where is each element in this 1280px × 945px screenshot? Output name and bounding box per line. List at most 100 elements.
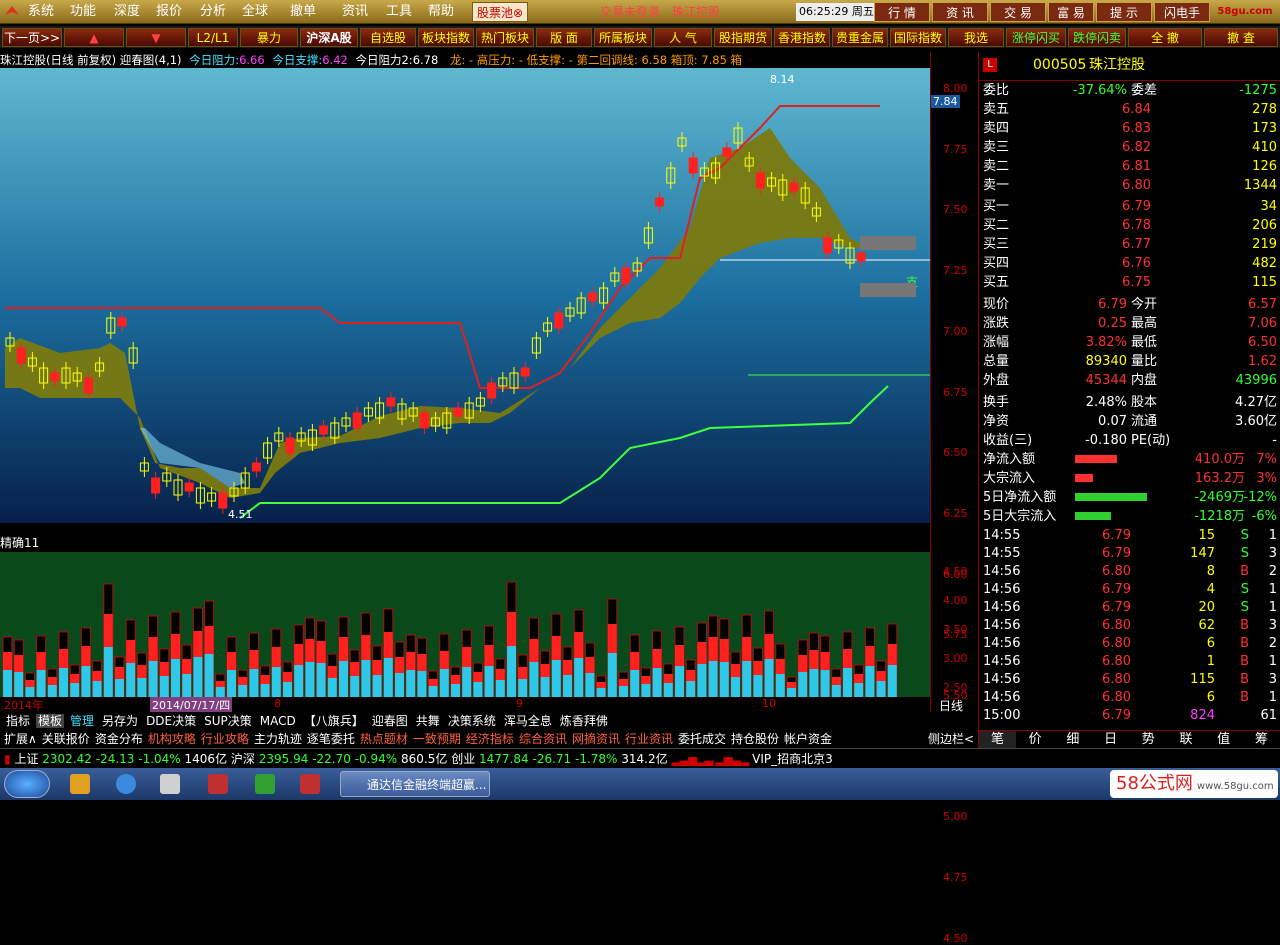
indicator-tab[interactable]: MACD bbox=[258, 714, 298, 728]
explorer-icon[interactable] bbox=[70, 774, 90, 794]
indicator-tab[interactable]: 模板 bbox=[36, 714, 65, 728]
app-icon-3[interactable] bbox=[255, 774, 275, 794]
related-sector-button[interactable]: 所属板块 bbox=[594, 28, 652, 47]
quote-tab[interactable]: 联 bbox=[1168, 731, 1205, 749]
menu-help[interactable]: 帮助 bbox=[428, 3, 454, 21]
indicator-tab[interactable]: 决策系统 bbox=[446, 714, 498, 728]
extension-tab[interactable]: 网摘资讯 bbox=[571, 732, 621, 746]
quote-tab[interactable]: 筹 bbox=[1243, 731, 1280, 749]
menu-system[interactable]: 系统 bbox=[28, 3, 54, 21]
extension-tab[interactable]: 资金分布 bbox=[94, 732, 144, 746]
alert-button[interactable]: 提 示 bbox=[1096, 2, 1152, 22]
app-icon-4[interactable] bbox=[300, 774, 320, 794]
start-button[interactable] bbox=[4, 770, 50, 798]
ie-icon[interactable] bbox=[116, 774, 136, 794]
extension-tab[interactable]: 主力轨迹 bbox=[253, 732, 303, 746]
my-pick-button[interactable]: 我选 bbox=[948, 28, 1004, 47]
down-button[interactable]: ▼ bbox=[126, 28, 186, 47]
extension-tab[interactable]: 一致预期 bbox=[412, 732, 462, 746]
quote-tab[interactable]: 日 bbox=[1092, 731, 1129, 749]
indicator-tab[interactable]: 【八旗兵】 bbox=[302, 714, 366, 728]
stock-pool-tab[interactable]: 股票池⊗ bbox=[472, 2, 528, 22]
menu-cancel-order[interactable]: 撤单 bbox=[290, 3, 316, 21]
extension-tab[interactable]: 关联报价 bbox=[41, 732, 91, 746]
volume-chart[interactable] bbox=[0, 552, 930, 698]
quote-tab[interactable]: 值 bbox=[1205, 731, 1242, 749]
app-logo-icon[interactable] bbox=[2, 3, 22, 21]
extension-tab[interactable]: 机构攻略 bbox=[147, 732, 197, 746]
menu-function[interactable]: 功能 bbox=[70, 3, 96, 21]
sidebar-toggle[interactable]: 侧边栏< bbox=[928, 730, 974, 748]
quote-tab[interactable]: 价 bbox=[1017, 731, 1054, 749]
hs-a-shares-button[interactable]: 沪深A股 bbox=[300, 28, 358, 47]
stat-value-2: 1.62 bbox=[1248, 354, 1277, 369]
extension-tab[interactable]: 逐笔委托 bbox=[306, 732, 356, 746]
extension-tab[interactable]: 行业资讯 bbox=[624, 732, 674, 746]
extension-tab[interactable]: 帐户资金 bbox=[783, 732, 833, 746]
volume-bar-red bbox=[630, 652, 640, 670]
fuyi-button[interactable]: 富 易 bbox=[1048, 2, 1094, 22]
quote-button[interactable]: 行 情 bbox=[874, 2, 930, 22]
precious-metals-button[interactable]: 贵重金属 bbox=[832, 28, 888, 47]
up-button[interactable]: ▲ bbox=[64, 28, 124, 47]
indicator-tab[interactable]: 迎春图 bbox=[370, 714, 410, 728]
y-vol-tick-label: 4.00 bbox=[943, 594, 968, 607]
extension-tab[interactable]: 行业攻略 bbox=[200, 732, 250, 746]
sector-index-button[interactable]: 板块指数 bbox=[418, 28, 474, 47]
indicator-tab[interactable]: 指标 bbox=[4, 714, 32, 728]
limit-down-sell-button[interactable]: 跌停闪卖 bbox=[1068, 28, 1126, 47]
menu-quote[interactable]: 报价 bbox=[156, 3, 182, 21]
extension-tab[interactable]: 委托成交 bbox=[677, 732, 727, 746]
indicator-tab[interactable]: 浑马全息 bbox=[502, 714, 554, 728]
menu-analysis[interactable]: 分析 bbox=[200, 3, 226, 21]
flash-trade-button[interactable]: 闪电手 bbox=[1154, 2, 1210, 22]
extension-tab[interactable]: 持仓股份 bbox=[730, 732, 780, 746]
terminal-window-button[interactable]: 通达信金融终端超赢... bbox=[340, 771, 490, 797]
index-futures-button[interactable]: 股指期货 bbox=[714, 28, 772, 47]
limit-up-buy-button[interactable]: 涨停闪买 bbox=[1006, 28, 1066, 47]
quote-tab[interactable]: 势 bbox=[1130, 731, 1167, 749]
stat-row: 现价 6.79 今开 6.57 bbox=[979, 295, 1280, 314]
volume-bar-cyan bbox=[428, 686, 438, 697]
popularity-button[interactable]: 人 气 bbox=[654, 28, 712, 47]
indicator-tab[interactable]: 共舞 bbox=[414, 714, 442, 728]
bid-row-volume: 34 bbox=[1260, 199, 1277, 214]
menu-news[interactable]: 资讯 bbox=[342, 3, 368, 21]
cancel-all-button[interactable]: 全 撤 bbox=[1128, 28, 1202, 47]
tick-count: 2 bbox=[1268, 564, 1277, 579]
menu-tools[interactable]: 工具 bbox=[386, 3, 412, 21]
extension-tab[interactable]: 扩展∧ bbox=[3, 732, 38, 746]
support-value: 6.42 bbox=[322, 53, 348, 67]
volume-bar-cyan bbox=[126, 663, 136, 697]
baoli-button[interactable]: 暴力 bbox=[240, 28, 298, 47]
indicator-tab[interactable]: DDE决策 bbox=[144, 714, 198, 728]
layout-button[interactable]: 版 面 bbox=[536, 28, 592, 47]
quote-tab[interactable]: 笔 bbox=[979, 731, 1016, 749]
l2-l1-button[interactable]: L2/L1 bbox=[188, 28, 238, 47]
trade-button[interactable]: 交 易 bbox=[990, 2, 1046, 22]
next-page-button[interactable]: 下一页>> bbox=[2, 28, 62, 47]
menu-depth[interactable]: 深度 bbox=[114, 3, 140, 21]
menu-global[interactable]: 全球 bbox=[242, 3, 268, 21]
news-button[interactable]: 资 讯 bbox=[932, 2, 988, 22]
vip-server[interactable]: VIP_招商北京3 bbox=[752, 752, 833, 766]
extension-tab[interactable]: 综合资讯 bbox=[518, 732, 568, 746]
hk-index-button[interactable]: 香港指数 bbox=[774, 28, 830, 47]
ask-row: 卖四 6.83 173 bbox=[979, 119, 1280, 138]
indicator-tab[interactable]: SUP决策 bbox=[202, 714, 254, 728]
watchlist-button[interactable]: 自选股 bbox=[360, 28, 416, 47]
intl-index-button[interactable]: 国际指数 bbox=[890, 28, 946, 47]
indicator-tab[interactable]: 管理 bbox=[68, 714, 96, 728]
cancel-check-button[interactable]: 撤 査 bbox=[1204, 28, 1278, 47]
indicator-tab[interactable]: 炼香拜佛 bbox=[558, 714, 610, 728]
candle-body bbox=[453, 407, 463, 417]
app-icon-1[interactable] bbox=[160, 774, 180, 794]
hot-sector-button[interactable]: 热门板块 bbox=[476, 28, 534, 47]
extension-tab[interactable]: 经济指标 bbox=[465, 732, 515, 746]
quote-tab[interactable]: 细 bbox=[1054, 731, 1091, 749]
extension-tab[interactable]: 热点题材 bbox=[359, 732, 409, 746]
kline-chart[interactable]: 8.14 4.51 支 bbox=[0, 68, 930, 523]
app-icon-2[interactable] bbox=[208, 774, 228, 794]
indicator-tab[interactable]: 另存为 bbox=[100, 714, 140, 728]
login-status: 交易未登录 bbox=[600, 5, 661, 19]
